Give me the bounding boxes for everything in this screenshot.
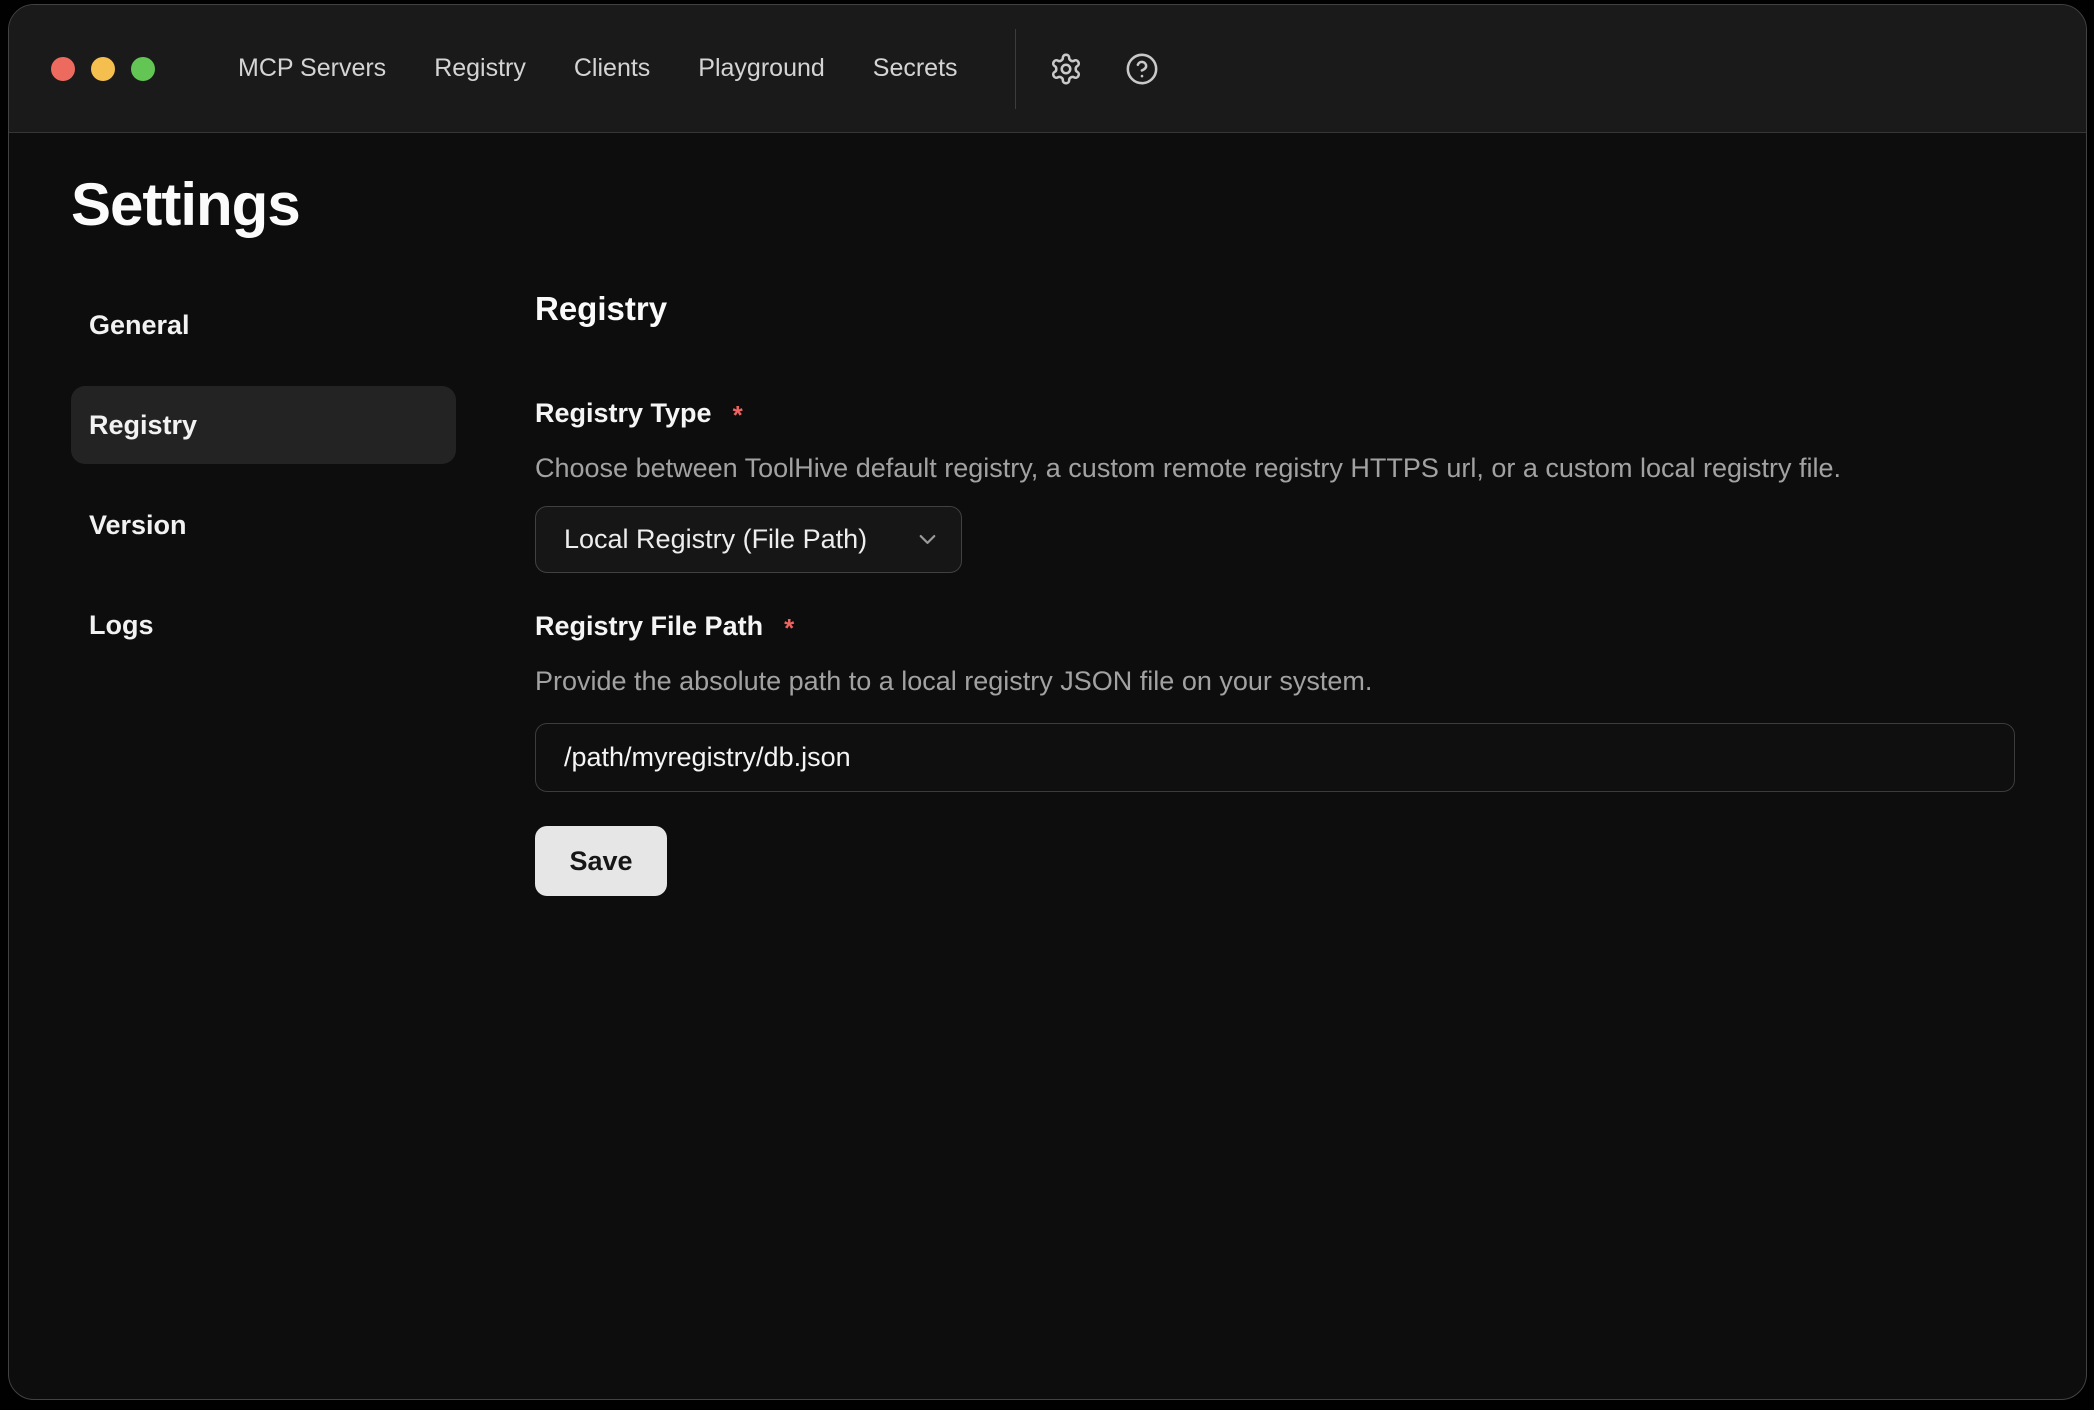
sidebar-item-general[interactable]: General [71, 286, 456, 364]
header-icons [1049, 52, 1159, 86]
close-window-button[interactable] [51, 57, 75, 81]
app-window: MCP Servers Registry Clients Playground … [8, 4, 2087, 1400]
chevron-down-icon [914, 526, 941, 553]
titlebar: MCP Servers Registry Clients Playground … [9, 5, 2086, 133]
nav-item-secrets[interactable]: Secrets [873, 54, 958, 83]
required-asterisk: * [733, 398, 743, 431]
nav-item-playground[interactable]: Playground [698, 54, 824, 83]
registry-file-path-input[interactable] [535, 723, 2015, 792]
sidebar-item-registry[interactable]: Registry [71, 386, 456, 464]
top-navigation: MCP Servers Registry Clients Playground … [238, 54, 958, 83]
minimize-window-button[interactable] [91, 57, 115, 81]
registry-file-path-description: Provide the absolute path to a local reg… [535, 666, 2086, 697]
registry-type-label: Registry Type * [535, 398, 2086, 431]
sidebar-item-version[interactable]: Version [71, 486, 456, 564]
registry-type-description: Choose between ToolHive default registry… [535, 453, 2086, 484]
settings-sidebar: General Registry Version Logs [71, 286, 456, 664]
registry-file-path-label-text: Registry File Path [535, 611, 763, 642]
nav-item-registry[interactable]: Registry [434, 54, 526, 83]
traffic-lights [51, 57, 155, 81]
page-title: Settings [71, 172, 2086, 238]
registry-settings-panel: Registry Registry Type * Choose between … [535, 286, 2086, 896]
help-icon[interactable] [1125, 52, 1159, 86]
settings-page: Settings General Registry Version Logs R… [9, 133, 2086, 896]
registry-file-path-label: Registry File Path * [535, 611, 2086, 644]
header-divider [1015, 29, 1016, 109]
section-title: Registry [535, 290, 2086, 328]
zoom-window-button[interactable] [131, 57, 155, 81]
registry-type-label-text: Registry Type [535, 398, 712, 429]
registry-type-select[interactable]: Local Registry (File Path) [535, 506, 962, 573]
sidebar-item-logs[interactable]: Logs [71, 586, 456, 664]
nav-item-clients[interactable]: Clients [574, 54, 650, 83]
gear-icon[interactable] [1049, 52, 1083, 86]
registry-type-selected-value: Local Registry (File Path) [564, 524, 867, 555]
nav-item-mcp-servers[interactable]: MCP Servers [238, 54, 386, 83]
save-button[interactable]: Save [535, 826, 667, 896]
required-asterisk: * [784, 611, 794, 644]
